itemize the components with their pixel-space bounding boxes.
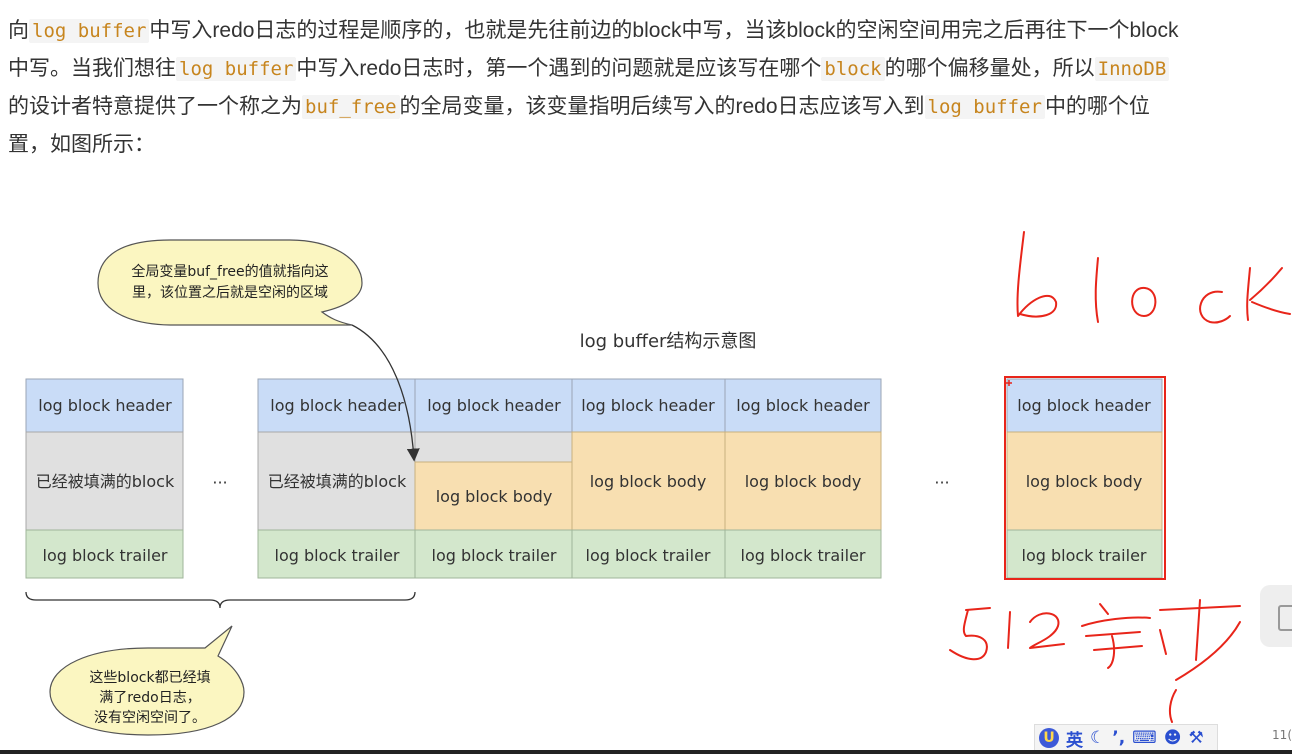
handwritten-512-bytes-annotation: [949, 599, 1241, 723]
body-label: log block body: [745, 472, 862, 491]
user-icon[interactable]: ☻: [1164, 728, 1182, 748]
trailer-label: log block trailer: [432, 546, 557, 565]
block-used-part: [414, 431, 573, 463]
callout-line-3: 没有空闲空间了。: [94, 710, 206, 726]
punctuation-icon[interactable]: ’,: [1112, 728, 1125, 748]
trailer-label: log block trailer: [586, 546, 711, 565]
filled-blocks-callout: 这些block都已经填 满了redo日志， 没有空闲空间了。: [49, 625, 245, 736]
body-label: log block body: [1026, 472, 1143, 491]
trailer-label: log block trailer: [741, 546, 866, 565]
callout-line-2: 满了redo日志，: [99, 690, 201, 706]
block-last: log block header log block body log bloc…: [1004, 376, 1166, 580]
callout-line-1: 这些block都已经填: [89, 669, 210, 686]
block-partial: log block header log block body log bloc…: [414, 378, 573, 579]
body-label: log block body: [590, 472, 707, 491]
header-label: log block header: [581, 396, 715, 415]
trailer-label: log block trailer: [275, 546, 400, 565]
diagram-title: log buffer结构示意图: [580, 331, 757, 352]
block-empty-2: log block header log block body log bloc…: [724, 378, 882, 579]
keyboard-icon[interactable]: ⌨: [1132, 728, 1157, 748]
header-label: log block header: [1017, 396, 1151, 415]
callout-line-1: 全局变量buf_free的值就指向这: [131, 263, 328, 280]
callout-line-2: 里，该位置之后就是空闲的区域: [132, 285, 328, 301]
block-filled-1: log block header 已经被填满的block log block t…: [25, 378, 184, 579]
block-filled-2: log block header 已经被填满的block log block t…: [257, 378, 416, 579]
trailer-label: log block trailer: [1022, 546, 1147, 565]
handwritten-block-annotation: [1016, 231, 1291, 324]
filled-label: 已经被填满的block: [268, 472, 407, 491]
body-label: log block body: [436, 487, 553, 506]
ellipsis-1: ···: [212, 473, 227, 492]
ellipsis-2: ···: [934, 473, 949, 492]
block-empty-1: log block header log block body log bloc…: [571, 378, 726, 579]
ime-toolbar[interactable]: U 英 ☾ ’, ⌨ ☻ ⚒: [1034, 724, 1218, 752]
filled-label: 已经被填满的block: [36, 472, 175, 491]
header-label: log block header: [427, 396, 561, 415]
header-label: log block header: [270, 396, 404, 415]
header-label: log block header: [38, 396, 172, 415]
bottom-bar: [0, 750, 1292, 754]
log-buffer-diagram: log buffer结构示意图 log block header 已经被填满的b…: [25, 231, 1291, 736]
side-panel-tab[interactable]: [1260, 585, 1292, 647]
page-number: 11(: [1272, 728, 1292, 742]
header-label: log block header: [736, 396, 870, 415]
callout-bubble: [97, 239, 363, 326]
moon-icon[interactable]: ☾: [1090, 728, 1105, 748]
ime-logo-icon[interactable]: U: [1039, 728, 1059, 748]
wrench-icon[interactable]: ⚒: [1188, 728, 1203, 748]
filled-blocks-brace: [25, 591, 416, 609]
trailer-label: log block trailer: [43, 546, 168, 565]
ime-mode-toggle[interactable]: 英: [1066, 726, 1083, 751]
